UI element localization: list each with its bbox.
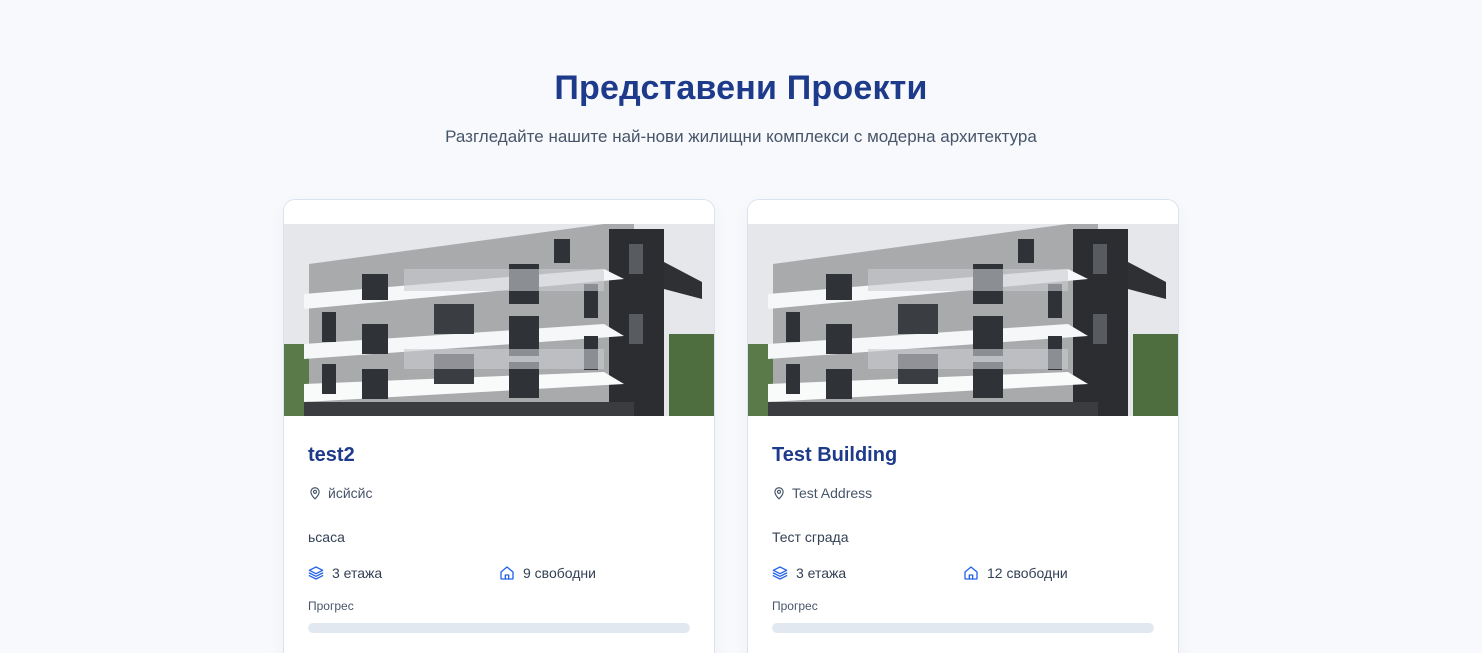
progress-label: Прогрес — [308, 599, 354, 613]
available-stat: 12 свободни — [963, 564, 1154, 582]
available-label: 12 свободни — [987, 565, 1068, 581]
project-description: Тест сграда — [772, 529, 849, 545]
floors-label: 3 етажа — [796, 565, 847, 581]
floors-label: 3 етажа — [332, 565, 383, 581]
project-description: ьсаса — [308, 529, 345, 545]
building-image — [284, 224, 714, 416]
available-label: 9 свободни — [523, 565, 596, 581]
map-pin-icon — [774, 487, 784, 500]
section-subtitle: Разгледайте нашите най-нови жилищни комп… — [445, 127, 1037, 146]
home-icon — [500, 566, 514, 580]
project-address: йсйсйс — [328, 485, 373, 501]
floors-stat: 3 етажа — [308, 564, 499, 582]
progress-bar — [308, 623, 690, 633]
project-card[interactable]: Test Building Test Address Тест сграда 3… — [747, 199, 1179, 653]
building-image — [748, 224, 1178, 416]
featured-projects-header: Представени Проекти Разгледайте нашите н… — [0, 0, 1482, 148]
floors-stat: 3 етажа — [772, 564, 963, 582]
progress-bar — [772, 623, 1154, 633]
layers-icon — [772, 566, 788, 580]
project-title[interactable]: test2 — [308, 442, 690, 468]
project-address: Test Address — [792, 485, 873, 501]
project-location: Test Address — [772, 484, 1154, 502]
project-title[interactable]: Test Building — [772, 442, 1154, 468]
layers-icon — [308, 566, 324, 580]
project-stats: 3 етажа 12 свободни — [772, 564, 1154, 582]
available-stat: 9 свободни — [499, 564, 690, 582]
project-card[interactable]: test2 йсйсйс ьсаса 3 етажа 9 свободни Пр… — [283, 199, 715, 653]
project-stats: 3 етажа 9 свободни — [308, 564, 690, 582]
project-location: йсйсйс — [308, 484, 690, 502]
section-title: Представени Проекти — [554, 69, 928, 107]
map-pin-icon — [310, 487, 320, 500]
progress-label: Прогрес — [772, 599, 818, 613]
project-cards: test2 йсйсйс ьсаса 3 етажа 9 свободни Пр… — [283, 199, 1179, 653]
home-icon — [964, 566, 978, 580]
